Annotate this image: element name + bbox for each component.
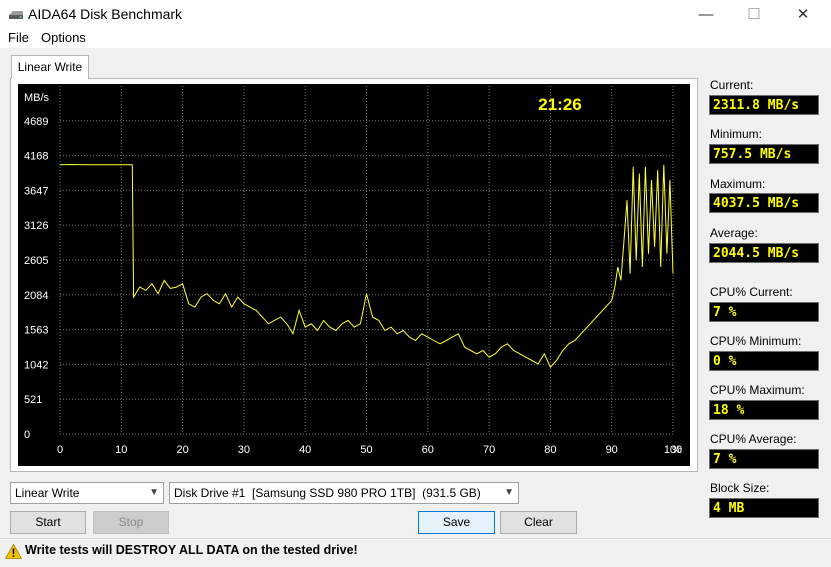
x-tick-label: 90 [606,444,618,456]
cpu-maximum-label: CPU% Maximum: [710,383,805,397]
chevron-down-icon: ▼ [504,487,514,498]
y-tick-label: 3647 [24,185,48,197]
drive-select[interactable]: Disk Drive #1 [Samsung SSD 980 PRO 1TB] … [169,482,519,504]
close-button[interactable]: ✕ [780,0,826,28]
warning-message: Write tests will DESTROY ALL DATA on the… [25,543,358,557]
y-tick-label: 2605 [24,255,48,267]
x-tick-label: 70 [483,444,495,456]
y-tick-label: 3126 [24,220,48,232]
x-tick-label: 20 [176,444,188,456]
disk-drive-icon [9,11,23,19]
elapsed-timer: 21:26 [538,95,581,114]
maximize-button[interactable]: ☐ [731,0,777,28]
cpu-current-value: 7 % [709,302,819,322]
x-tick-label: 80 [544,444,556,456]
y-tick-label: 521 [24,394,42,406]
window-title: AIDA64 Disk Benchmark [28,6,183,22]
menu-file[interactable]: File [8,30,29,45]
cpu-average-value: 7 % [709,449,819,469]
benchmark-chart: 0 10 20 30 40 50 60 70 80 90 100%05211042156320842… [18,84,690,466]
block-size-label: Block Size: [710,481,770,495]
minimum-label: Minimum: [710,127,763,141]
y-tick-label: 4168 [24,151,48,163]
warning-triangle-icon [5,544,22,559]
x-tick-label: 50 [360,444,372,456]
cpu-minimum-label: CPU% Minimum: [710,334,802,348]
minimum-value: 757.5 MB/s [709,144,819,164]
y-tick-label: 2084 [24,290,48,302]
y-axis-unit-label: MB/s [24,92,50,104]
maximum-value: 4037.5 MB/s [709,193,819,213]
y-tick-label: 4689 [24,116,48,128]
x-tick-label: 0 [57,444,63,456]
y-tick-label: 0 [24,429,30,441]
clear-button[interactable]: Clear [500,511,577,534]
x-tick-label: 10 [115,444,127,456]
cpu-average-label: CPU% Average: [710,432,797,446]
x-tick-label: 40 [299,444,311,456]
save-button[interactable]: Save [418,511,495,534]
x-tick-label: 60 [422,444,434,456]
x-tick-label: 30 [238,444,250,456]
average-value: 2044.5 MB/s [709,243,819,263]
minimize-button[interactable]: — [683,0,729,28]
menu-options[interactable]: Options [41,30,86,45]
cpu-current-label: CPU% Current: [710,285,793,299]
x-axis-unit-label: % [672,444,682,456]
stop-button[interactable]: Stop [93,511,169,534]
block-size-value: 4 MB [709,498,819,518]
menu-bar [0,28,831,48]
test-type-select-value: Linear Write [15,486,80,500]
average-label: Average: [710,226,758,240]
chevron-down-icon: ▼ [149,487,159,498]
start-button[interactable]: Start [10,511,86,534]
current-label: Current: [710,78,754,92]
drive-select-value: Disk Drive #1 [Samsung SSD 980 PRO 1TB] … [174,486,481,500]
cpu-minimum-value: 0 % [709,351,819,371]
tab-linear-write[interactable]: Linear Write [11,55,89,79]
y-tick-label: 1042 [24,359,48,371]
current-value: 2311.8 MB/s [709,95,819,115]
test-type-select[interactable]: Linear Write ▼ [10,482,164,504]
maximum-label: Maximum: [710,177,766,191]
y-tick-label: 1563 [24,325,48,337]
cpu-maximum-value: 18 % [709,400,819,420]
